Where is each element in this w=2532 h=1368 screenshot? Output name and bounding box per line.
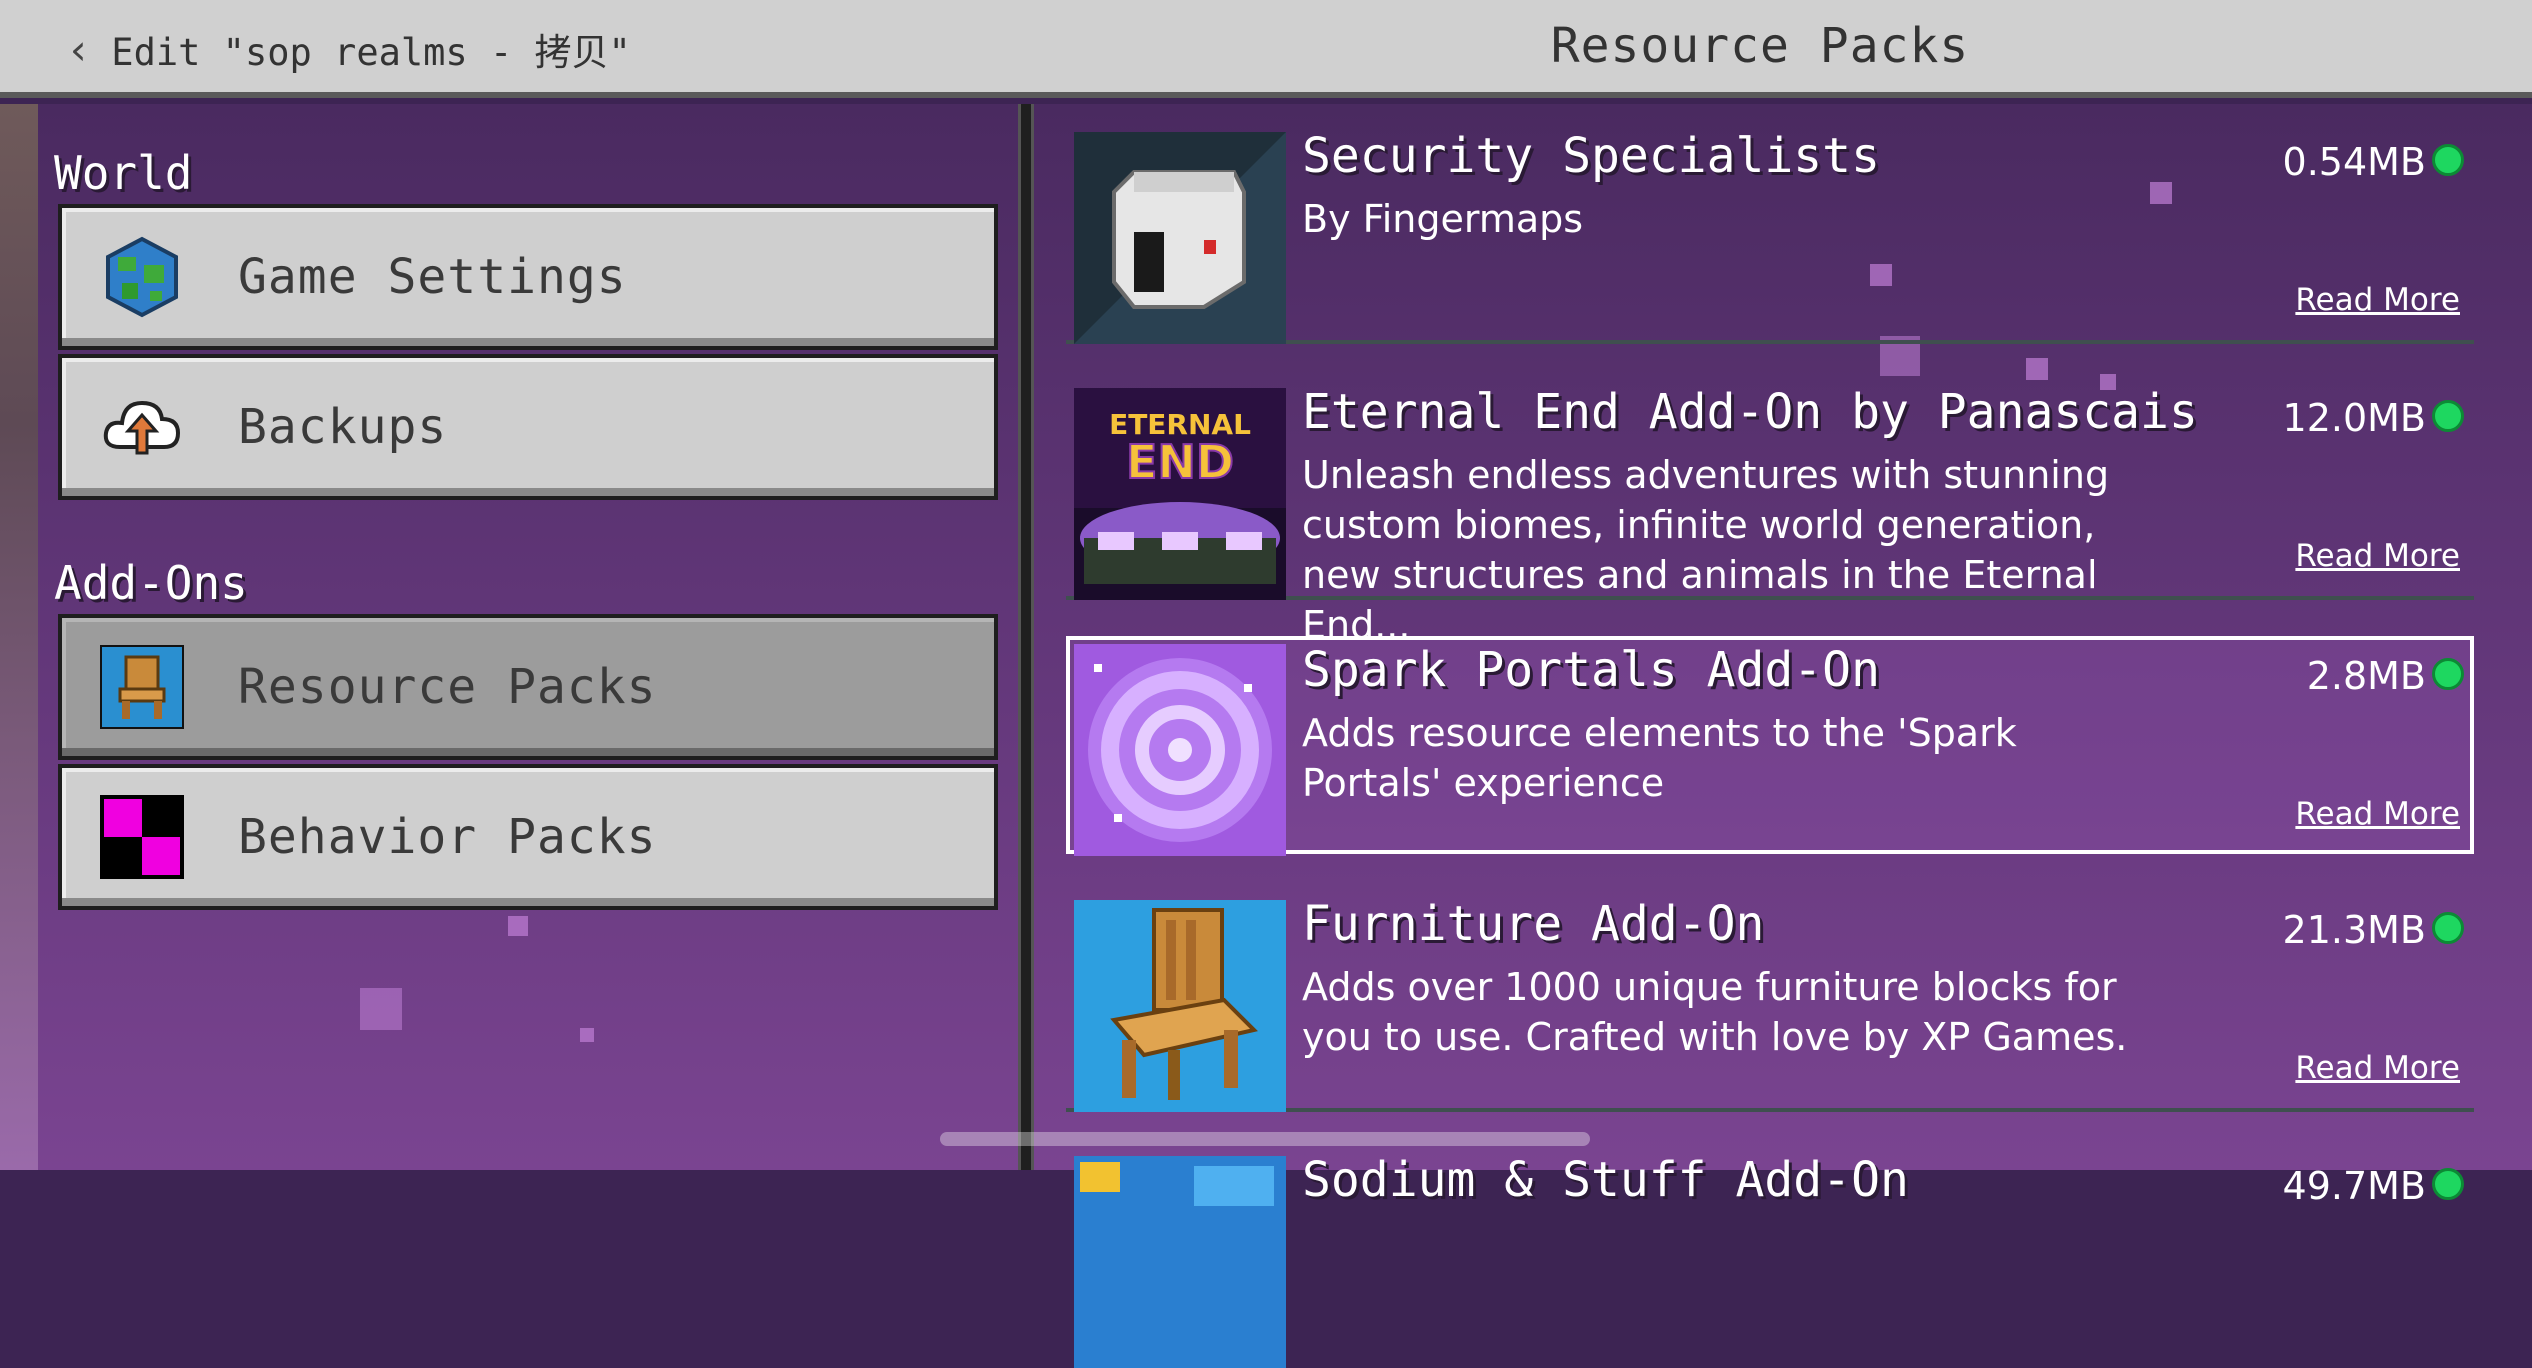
pack-size: 49.7MB (2282, 1164, 2426, 1208)
pack-row-sodium-stuff[interactable]: Sodium & Stuff Add-On 49.7MB (1066, 1146, 2474, 1368)
pack-size: 0.54MB (2282, 140, 2426, 184)
active-status-icon (2432, 658, 2464, 690)
chevron-left-icon: ‹ (66, 24, 92, 74)
thumb-title-line-2: END (1126, 435, 1234, 489)
pack-row-furniture[interactable]: Furniture Add-On Adds over 1000 unique f… (1066, 890, 2474, 1112)
sidebar-item-label: Resource Packs (238, 659, 657, 715)
active-status-icon (2432, 1168, 2464, 1200)
pack-row-spark-portals[interactable]: Spark Portals Add-On Adds resource eleme… (1066, 636, 2474, 856)
background-terrain (0, 104, 38, 1170)
sidebar-item-game-settings[interactable]: Game Settings (58, 204, 998, 350)
pack-size: 12.0MB (2282, 396, 2426, 440)
sidebar-item-resource-packs[interactable]: Resource Packs (58, 614, 998, 760)
pack-thumbnail: ETERNAL END (1074, 388, 1286, 600)
pack-description: Unleash endless adventures with stunning… (1302, 453, 2110, 647)
pack-thumbnail (1074, 900, 1286, 1112)
pack-name: Spark Portals Add-On (1302, 642, 1880, 698)
read-more-link[interactable]: Read More (2295, 538, 2460, 574)
pack-description: By Fingermaps (1302, 197, 1584, 241)
sidebar-item-label: Behavior Packs (238, 809, 657, 865)
pack-size: 2.8MB (2306, 654, 2426, 698)
active-status-icon (2432, 400, 2464, 432)
pack-name: Eternal End Add-On by Panascais (1302, 384, 2198, 440)
settings-sidebar: World Game Settings Backups Add-Ons Reso… (38, 104, 1020, 1170)
pack-name: Security Specialists (1302, 128, 1880, 184)
pack-description: Adds resource elements to the 'Spark Por… (1302, 711, 2017, 805)
sidebar-item-backups[interactable]: Backups (58, 354, 998, 500)
active-status-icon (2432, 144, 2464, 176)
sidebar-item-behavior-packs[interactable]: Behavior Packs (58, 764, 998, 910)
section-label-addons: Add-Ons (54, 556, 248, 610)
sidebar-item-label: Game Settings (238, 249, 627, 305)
pack-name: Furniture Add-On (1302, 896, 1765, 952)
pack-thumbnail (1074, 644, 1286, 856)
pack-row-eternal-end[interactable]: ETERNAL END Eternal End Add-On by Panasc… (1066, 378, 2474, 647)
back-button[interactable]: ‹ Edit "sop realms - 拷贝" (66, 22, 631, 76)
cloud-upload-icon (100, 385, 184, 469)
pack-row-security-specialists[interactable]: Security Specialists By Fingermaps 0.54M… (1066, 122, 2474, 344)
back-label: Edit "sop realms - 拷贝" (111, 31, 631, 74)
resource-pack-list[interactable]: Security Specialists By Fingermaps 0.54M… (1060, 104, 2480, 1368)
scroll-indicator[interactable] (940, 1132, 1590, 1146)
panel-divider (1018, 104, 1034, 1170)
read-more-link[interactable]: Read More (2295, 282, 2460, 318)
sidebar-item-label: Backups (238, 399, 448, 455)
page-title: Resource Packs (1550, 18, 1970, 74)
pack-thumbnail (1074, 1156, 1286, 1368)
header-bar: ‹ Edit "sop realms - 拷贝" Resource Packs (0, 0, 2532, 98)
globe-icon (100, 235, 184, 319)
pack-size: 21.3MB (2282, 908, 2426, 952)
read-more-link[interactable]: Read More (2295, 796, 2460, 832)
pack-description: Adds over 1000 unique furniture blocks f… (1302, 965, 2128, 1059)
pack-name: Sodium & Stuff Add-On (1302, 1152, 1909, 1208)
read-more-link[interactable]: Read More (2295, 1050, 2460, 1086)
active-status-icon (2432, 912, 2464, 944)
section-label-world: World (54, 146, 193, 200)
missing-texture-icon (100, 795, 184, 879)
pack-thumbnail (1074, 132, 1286, 344)
chair-icon (98, 643, 186, 731)
